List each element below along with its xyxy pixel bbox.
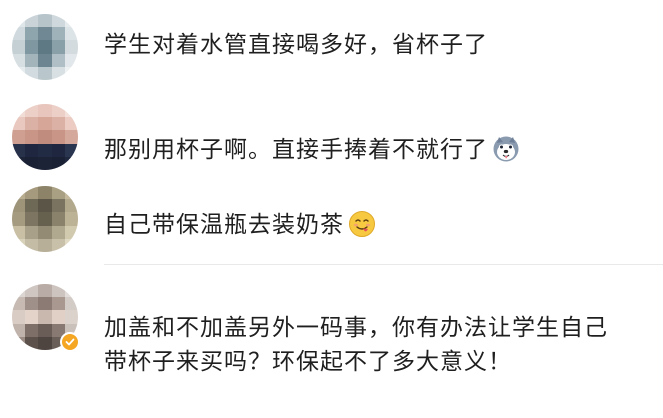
comment-text-content: 学生对着水管直接喝多好，省杯子了 — [104, 32, 488, 58]
comment-text: 加盖和不加盖另外一码事，你有办法让学生自己 带杯子来买吗？环保起不了多大意义！ — [104, 311, 623, 379]
avatar[interactable] — [12, 186, 78, 252]
comment-list: 学生对着水管直接喝多好，省杯子了 那别用杯子啊。直接手捧着不就行了 自己带保温瓶… — [0, 0, 663, 418]
comment-item[interactable]: 那别用杯子啊。直接手捧着不就行了 — [0, 86, 663, 172]
comment-item[interactable]: 学生对着水管直接喝多好，省杯子了 — [0, 0, 663, 86]
avatar[interactable] — [12, 14, 78, 80]
comment-text-line: 加盖和不加盖另外一码事，你有办法让学生自己 — [104, 315, 608, 341]
husky-dog-face-icon — [493, 136, 519, 161]
comment-item[interactable]: 自己带保温瓶去装奶茶 — [0, 172, 663, 264]
comment-text: 学生对着水管直接喝多好，省杯子了 — [104, 28, 623, 62]
verified-badge-icon — [60, 332, 80, 352]
comment-text-line: 带杯子来买吗？环保起不了多大意义！ — [104, 349, 512, 375]
comment-item[interactable]: 加盖和不加盖另外一码事，你有办法让学生自己 带杯子来买吗？环保起不了多大意义！ — [0, 264, 663, 418]
comment-text-content: 自己带保温瓶去装奶茶 — [104, 212, 344, 238]
comment-text-content: 那别用杯子啊。直接手捧着不就行了 — [104, 137, 488, 163]
divider — [104, 264, 663, 265]
comment-text: 那别用杯子啊。直接手捧着不就行了 — [104, 133, 623, 167]
avatar[interactable] — [12, 104, 78, 170]
smiling-face-tongue-icon — [349, 210, 375, 237]
comment-text: 自己带保温瓶去装奶茶 — [104, 208, 623, 242]
